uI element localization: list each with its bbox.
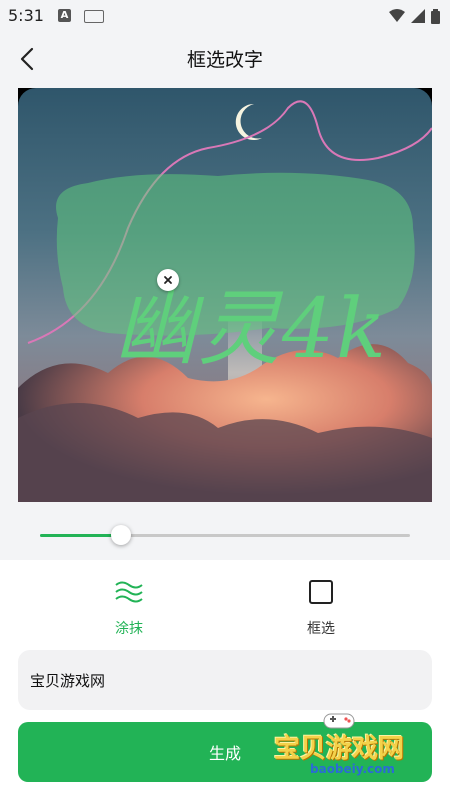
notification-a-icon: A: [58, 9, 71, 22]
slider-thumb[interactable]: [111, 525, 132, 545]
tool-smear[interactable]: 涂抹: [79, 576, 179, 638]
generate-button[interactable]: 生成: [18, 722, 432, 782]
brush-size-slider[interactable]: [40, 525, 410, 545]
remove-selection-button[interactable]: [157, 269, 179, 291]
tool-box-select[interactable]: 框选: [271, 576, 371, 638]
edit-canvas[interactable]: 幽灵4k: [18, 88, 432, 502]
battery-icon: [431, 8, 440, 24]
tool-box-label: 框选: [307, 621, 335, 637]
status-time: 5:31: [8, 6, 44, 25]
replacement-text-input[interactable]: [18, 650, 432, 710]
overlay-text[interactable]: 幽灵4k: [114, 275, 388, 385]
square-icon: [305, 576, 337, 608]
tool-smear-label: 涂抹: [115, 621, 143, 637]
page-title: 框选改字: [186, 49, 263, 71]
keyboard-icon: [84, 10, 104, 23]
bottom-panel: 涂抹 框选 生成 宝贝游戏网 baobeiy.com: [0, 560, 450, 800]
status-icons: [389, 6, 440, 26]
wifi-icon: [389, 9, 405, 22]
app-bar: 框选改字: [0, 32, 450, 86]
close-icon: [164, 276, 172, 284]
slider-fill: [40, 534, 122, 537]
signal-icon: [411, 9, 425, 23]
status-bar: 5:31 A: [0, 0, 450, 32]
waves-icon: [113, 576, 145, 608]
